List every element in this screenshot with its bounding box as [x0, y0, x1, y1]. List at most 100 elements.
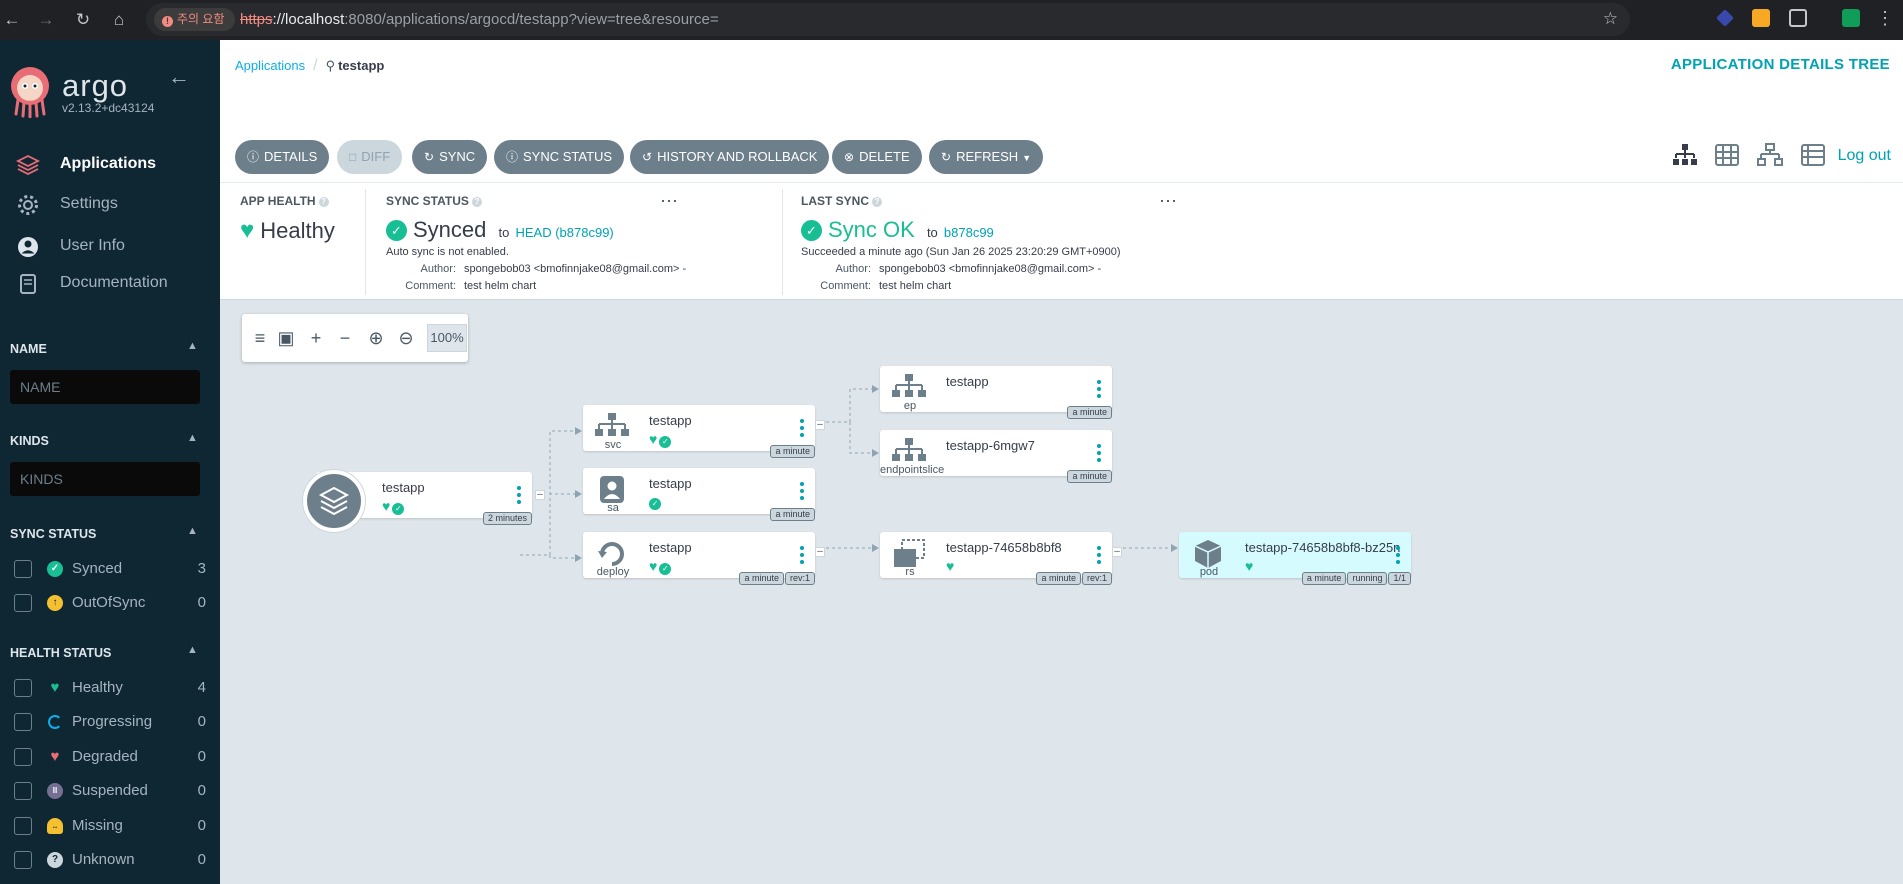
nav-settings[interactable]: Settings — [0, 187, 220, 221]
name-filter-input[interactable] — [10, 370, 200, 404]
collapse-toggle[interactable]: – — [815, 547, 825, 557]
node-menu-icon[interactable] — [799, 482, 805, 504]
sync-revision-link[interactable]: HEAD (b878c99) — [515, 225, 613, 240]
details-button[interactable]: ⓘ DETAILS — [235, 140, 330, 174]
filter-missing[interactable]: .. Missing 0 — [14, 814, 206, 838]
bookmark-star-icon[interactable]: ☆ — [1603, 9, 1618, 29]
history-rollback-button[interactable]: ↺ HISTORY AND ROLLBACK — [630, 140, 830, 174]
node-menu-icon[interactable] — [1096, 380, 1102, 402]
nav-user-info[interactable]: User Info — [0, 229, 220, 263]
more-options-icon[interactable]: ⋯ — [660, 191, 679, 212]
replicaset-icon — [894, 539, 925, 567]
breadcrumb-current[interactable]: testapp — [338, 58, 384, 73]
tree-node-ep[interactable]: ep testapp a minute — [880, 366, 1112, 419]
breadcrumb-applications-link[interactable]: Applications — [235, 58, 305, 73]
node-menu-icon[interactable] — [1096, 444, 1102, 466]
refresh-icon: ↻ — [941, 150, 952, 164]
filter-degraded[interactable]: ♥ Degraded 0 — [14, 745, 206, 769]
broken-heart-icon: ♥ — [50, 748, 60, 765]
checkbox[interactable] — [14, 782, 32, 800]
last-sync-value: Sync OK — [828, 217, 915, 242]
tree-node-svc[interactable]: svc testapp ♥ ✓ a minute – — [583, 405, 825, 458]
help-icon[interactable]: ? — [471, 197, 482, 207]
checkbox[interactable] — [14, 679, 32, 697]
filter-healthy[interactable]: ♥ Healthy 4 — [14, 676, 206, 700]
application-icon — [303, 470, 365, 532]
sync-button[interactable]: ↻ SYNC — [412, 140, 488, 174]
extension-icon[interactable] — [1752, 9, 1770, 27]
tree-node-endpointslice[interactable]: endpointslice testapp-6mgw7 a minute — [880, 430, 1112, 483]
help-icon[interactable]: ? — [872, 197, 883, 207]
filter-name-header[interactable]: NAME ▲ — [10, 340, 198, 356]
browser-menu-icon[interactable]: ⋮ — [1876, 8, 1894, 29]
filter-health-status-header[interactable]: HEALTH STATUS ▲ — [10, 644, 198, 660]
checkbox[interactable] — [14, 748, 32, 766]
tree-node-pod[interactable]: pod testapp-74658b8bf8-bz25n ♥ a minute r… — [1179, 532, 1411, 585]
node-menu-icon[interactable] — [516, 486, 522, 508]
spinner-icon — [48, 715, 62, 729]
delete-button[interactable]: ⊗ DELETE — [832, 140, 922, 174]
sync-author: spongebob03 <bmofinnjake08@gmail.com> - — [464, 263, 687, 275]
extension-icon[interactable] — [1716, 9, 1734, 27]
filter-synced[interactable]: ✓ Synced 3 — [14, 557, 206, 581]
filter-suspended[interactable]: II Suspended 0 — [14, 779, 206, 803]
tree-node-sa[interactable]: sa testapp ✓ a minute — [583, 468, 815, 521]
checkbox[interactable] — [14, 594, 32, 612]
checkbox[interactable] — [14, 713, 32, 731]
list-view-icon[interactable] — [1800, 142, 1826, 168]
network-view-icon[interactable] — [1757, 142, 1783, 168]
collapse-caret-icon[interactable]: ▲ — [187, 432, 198, 444]
home-icon[interactable]: ⌂ — [107, 8, 131, 32]
collapse-toggle[interactable]: – — [535, 490, 545, 500]
check-circle-icon: ✓ — [659, 436, 672, 448]
security-warning-chip[interactable]: ! 주의 요함 — [154, 8, 235, 31]
checkbox[interactable] — [14, 560, 32, 578]
back-arrow-icon[interactable]: ← — [0, 8, 24, 32]
resource-tree-canvas[interactable]: ≡ ▣ + − ⊕ ⊖ 100% testapp ♥ ✓ 2 minutes –… — [220, 300, 1903, 884]
kinds-filter-input[interactable] — [10, 462, 200, 496]
heart-icon: ♥ — [649, 558, 658, 574]
forward-arrow-icon[interactable]: → — [34, 8, 58, 32]
help-icon[interactable]: ? — [318, 197, 329, 207]
pods-grid-view-icon[interactable] — [1714, 142, 1740, 168]
url-text[interactable]: https://localhost:8080/applications/argo… — [240, 3, 719, 36]
logout-link[interactable]: Log out — [1838, 147, 1891, 165]
brand-name: argo — [62, 68, 129, 103]
last-sync-revision-link[interactable]: b878c99 — [944, 225, 994, 240]
node-menu-icon[interactable] — [799, 419, 805, 441]
filter-outofsync[interactable]: ↑ OutOfSync 0 — [14, 591, 206, 615]
collapse-toggle[interactable]: – — [1112, 547, 1122, 557]
filter-sync-status-header[interactable]: SYNC STATUS ▲ — [10, 525, 198, 541]
collapse-toggle[interactable]: – — [815, 420, 825, 430]
address-bar[interactable]: ! 주의 요함 https://localhost:8080/applicatio… — [146, 3, 1630, 36]
diff-button[interactable]: □ DIFF — [337, 140, 403, 174]
tree-view-icon[interactable] — [1672, 142, 1698, 168]
checkbox[interactable] — [14, 851, 32, 869]
more-options-icon[interactable]: ⋯ — [1159, 191, 1178, 212]
puzzle-icon[interactable] — [1789, 9, 1807, 27]
checkbox[interactable] — [14, 817, 32, 835]
sync-comment: test helm chart — [464, 280, 537, 292]
collapse-sidebar-arrow-icon[interactable]: ← — [168, 64, 190, 90]
caret-down-icon: ▼ — [1022, 153, 1032, 163]
collapse-caret-icon[interactable]: ▲ — [187, 644, 198, 656]
tree-node-rs[interactable]: rs testapp-74658b8bf8 ♥ a minute rev:1 – — [880, 532, 1122, 585]
collapse-caret-icon[interactable]: ▲ — [187, 525, 198, 537]
sync-status-button[interactable]: ⓘ SYNC STATUS — [494, 140, 625, 174]
tree-node-deploy[interactable]: deploy testapp ♥ ✓ a minute rev:1 – — [583, 532, 825, 585]
filter-kinds-header[interactable]: KINDS ▲ — [10, 432, 198, 448]
nav-applications[interactable]: Applications — [0, 147, 220, 181]
filter-unknown[interactable]: ? Unknown 0 — [14, 848, 206, 872]
profile-icon[interactable] — [1842, 9, 1860, 27]
heart-icon: ♥ — [649, 431, 658, 447]
node-menu-icon[interactable] — [1395, 546, 1401, 568]
node-menu-icon[interactable] — [799, 546, 805, 568]
filter-progressing[interactable]: Progressing 0 — [14, 710, 206, 734]
node-menu-icon[interactable] — [1096, 546, 1102, 568]
tree-node-application[interactable]: testapp ♥ ✓ 2 minutes – — [303, 470, 545, 532]
collapse-caret-icon[interactable]: ▲ — [187, 340, 198, 352]
nav-documentation[interactable]: Documentation — [0, 266, 220, 300]
reload-icon[interactable]: ↻ — [71, 8, 95, 32]
refresh-button[interactable]: ↻ REFRESH ▼ — [929, 140, 1044, 174]
page-title: APPLICATION DETAILS TREE — [1670, 56, 1890, 73]
